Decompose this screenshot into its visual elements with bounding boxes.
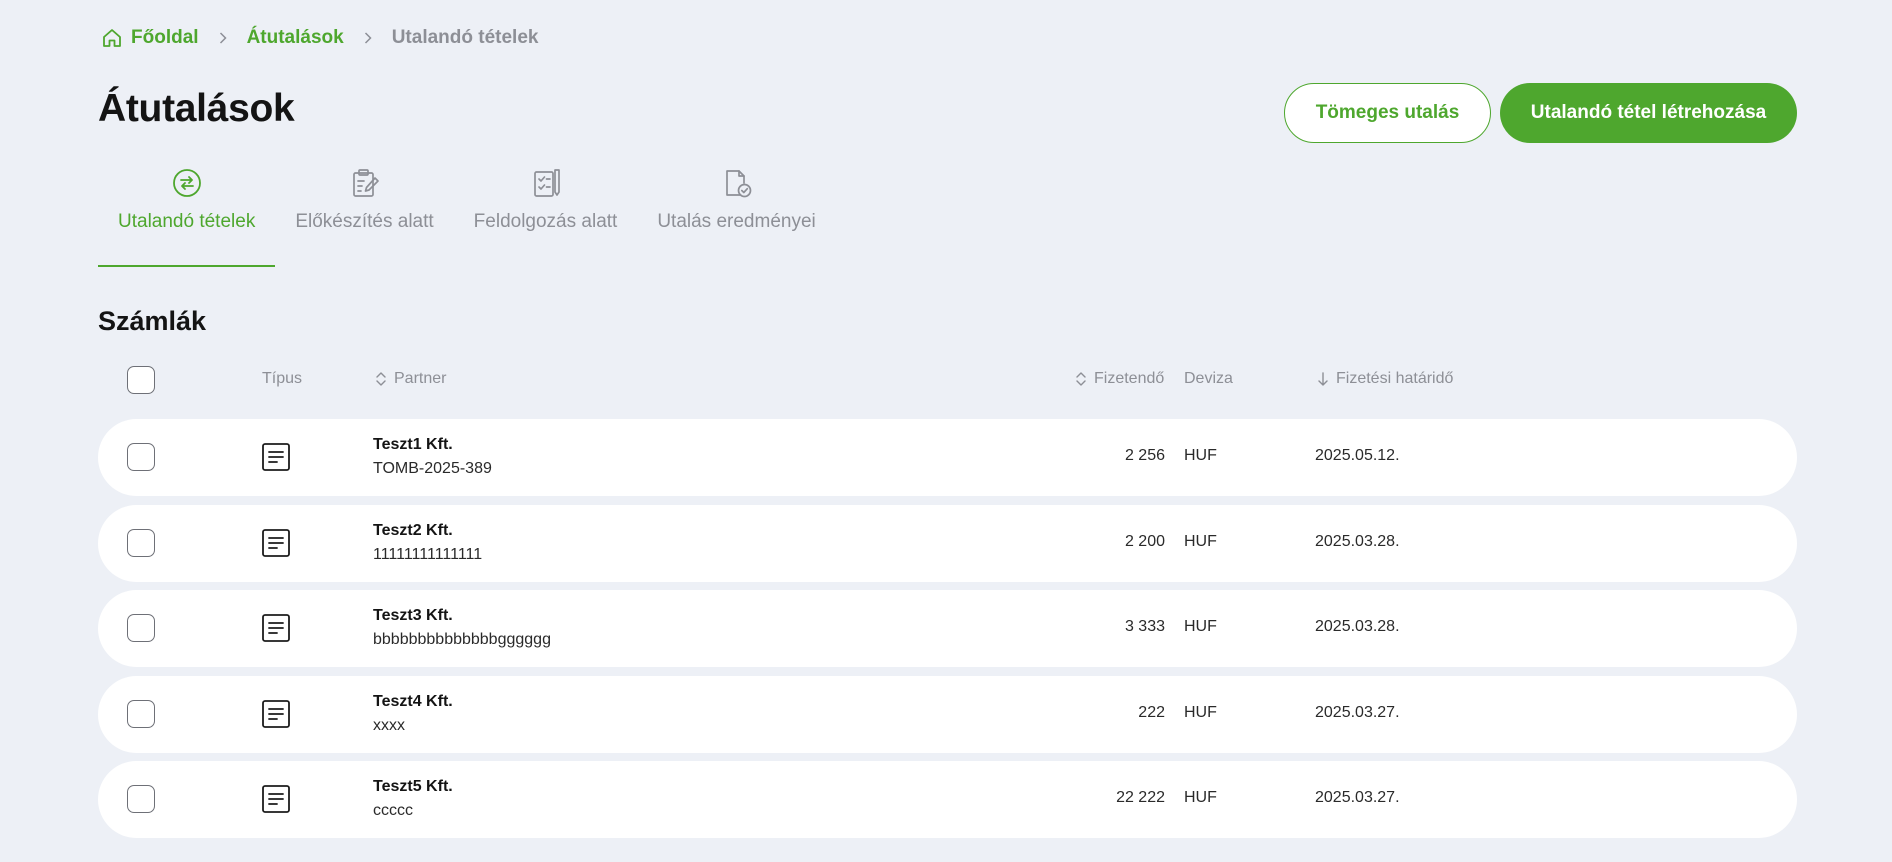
partner-cell: Teszt3 Kft. bbbbbbbbbbbbbbgggggg <box>373 606 551 650</box>
partner-reference: bbbbbbbbbbbbbbgggggg <box>373 631 551 648</box>
bulk-transfer-button[interactable]: Tömeges utalás <box>1284 83 1491 143</box>
partner-name: Teszt5 Kft. <box>373 778 453 795</box>
tab-bar: Utalandó tételek Előkészítés alatt Feldo… <box>98 164 836 267</box>
invoice-document-icon <box>260 527 292 559</box>
invoice-document-icon <box>260 441 292 473</box>
tab-payable-items[interactable]: Utalandó tételek <box>98 164 276 267</box>
currency-cell: HUF <box>1184 618 1217 635</box>
partner-reference: 11111111111111 <box>373 546 483 563</box>
partner-name: Teszt1 Kft. <box>373 436 453 453</box>
column-header-partner[interactable]: Partner <box>374 370 446 388</box>
amount-cell: 2 256 <box>1124 447 1165 464</box>
table-header: Típus Partner Fizetendő Deviza Fizetési … <box>98 366 1797 396</box>
currency-cell: HUF <box>1184 533 1217 550</box>
tab-label: Utalandó tételek <box>118 211 256 232</box>
breadcrumb-home-link[interactable]: Főoldal <box>131 27 199 49</box>
invoice-document-icon <box>260 698 292 730</box>
tab-label: Előkészítés alatt <box>295 211 434 232</box>
sort-icon <box>374 371 388 387</box>
column-header-label: Deviza <box>1184 370 1233 387</box>
due-date-cell: 2025.05.12. <box>1315 447 1400 464</box>
currency-cell: HUF <box>1184 704 1217 721</box>
page: Főoldal Átutalások Utalandó tételek Átut… <box>0 0 1892 862</box>
transfer-icon <box>170 166 204 200</box>
amount-cell: 2 200 <box>1124 533 1165 550</box>
column-header-label: Partner <box>394 370 447 387</box>
home-icon[interactable] <box>101 27 123 49</box>
table-row[interactable]: Teszt4 Kft. xxxx 222 HUF 2025.03.27. <box>98 676 1797 753</box>
tab-in-preparation[interactable]: Előkészítés alatt <box>275 164 453 267</box>
column-header-label: Fizetési határidő <box>1336 370 1454 387</box>
table-row[interactable]: Teszt3 Kft. bbbbbbbbbbbbbbgggggg 3 333 H… <box>98 590 1797 667</box>
row-checkbox[interactable] <box>127 614 155 642</box>
due-date-cell: 2025.03.28. <box>1315 618 1400 635</box>
chevron-right-icon <box>216 31 230 45</box>
amount-cell: 22 222 <box>1116 789 1165 806</box>
partner-name: Teszt3 Kft. <box>373 607 453 624</box>
partner-cell: Teszt2 Kft. 11111111111111 <box>373 521 482 565</box>
row-checkbox[interactable] <box>127 785 155 813</box>
column-header-due-date[interactable]: Fizetési határidő <box>1316 370 1453 388</box>
breadcrumb-transfers-link[interactable]: Átutalások <box>247 27 344 49</box>
table-row[interactable]: Teszt5 Kft. ccccc 22 222 HUF 2025.03.27. <box>98 761 1797 838</box>
partner-cell: Teszt1 Kft. TOMB-2025-389 <box>373 435 492 479</box>
row-checkbox[interactable] <box>127 700 155 728</box>
column-header-label: Fizetendő <box>1094 370 1165 387</box>
section-title: Számlák <box>98 306 207 336</box>
amount-cell: 222 <box>1138 704 1165 721</box>
create-item-button[interactable]: Utalandó tétel létrehozása <box>1500 83 1797 143</box>
due-date-cell: 2025.03.27. <box>1315 704 1400 721</box>
column-header-type: Típus <box>262 370 302 388</box>
invoice-document-icon <box>260 612 292 644</box>
breadcrumb-current: Utalandó tételek <box>391 27 539 48</box>
sort-icon <box>1074 371 1088 387</box>
invoice-document-icon <box>260 783 292 815</box>
partner-name: Teszt4 Kft. <box>373 693 453 710</box>
page-title: Átutalások <box>98 87 295 130</box>
amount-cell: 3 333 <box>1124 618 1165 635</box>
tab-transfer-results[interactable]: Utalás eredményei <box>637 164 835 267</box>
partner-reference: xxxx <box>373 717 405 734</box>
checklist-icon <box>529 166 563 200</box>
partner-name: Teszt2 Kft. <box>373 522 453 539</box>
chevron-right-icon <box>361 31 375 45</box>
select-all-checkbox[interactable] <box>127 366 155 394</box>
currency-cell: HUF <box>1184 447 1217 464</box>
table-row[interactable]: Teszt1 Kft. TOMB-2025-389 2 256 HUF 2025… <box>98 419 1797 496</box>
tab-in-processing[interactable]: Feldolgozás alatt <box>454 164 638 267</box>
partner-cell: Teszt4 Kft. xxxx <box>373 692 453 736</box>
breadcrumb: Főoldal Átutalások Utalandó tételek <box>101 27 538 49</box>
partner-cell: Teszt5 Kft. ccccc <box>373 777 453 821</box>
tab-label: Utalás eredményei <box>657 211 816 232</box>
column-header-currency: Deviza <box>1184 370 1233 388</box>
column-header-amount[interactable]: Fizetendő <box>1074 370 1164 388</box>
column-header-label: Típus <box>262 370 303 387</box>
partner-reference: ccccc <box>373 802 413 819</box>
clipboard-edit-icon <box>348 166 382 200</box>
table-row[interactable]: Teszt2 Kft. 11111111111111 2 200 HUF 202… <box>98 505 1797 582</box>
row-checkbox[interactable] <box>127 529 155 557</box>
currency-cell: HUF <box>1184 789 1217 806</box>
sort-descending-icon <box>1316 371 1330 387</box>
row-checkbox[interactable] <box>127 443 155 471</box>
due-date-cell: 2025.03.28. <box>1315 533 1400 550</box>
tab-label: Feldolgozás alatt <box>473 211 618 232</box>
document-check-icon <box>720 166 754 200</box>
due-date-cell: 2025.03.27. <box>1315 789 1400 806</box>
partner-reference: TOMB-2025-389 <box>373 460 492 477</box>
